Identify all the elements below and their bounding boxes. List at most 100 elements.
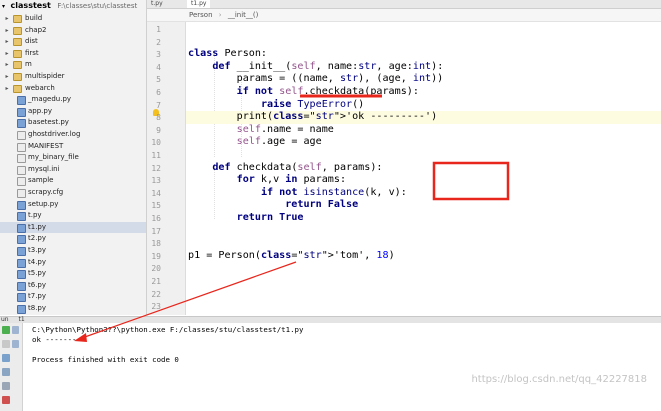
chevron-right-icon[interactable]: ▸ [4,25,10,37]
tree-item[interactable]: mysql.ini [0,164,146,176]
tree-item[interactable]: app.py [0,106,146,118]
tree-item[interactable]: ▸ webarch [0,83,146,95]
python-file-icon [17,235,26,245]
tree-item[interactable]: ▸ m [0,59,146,71]
tree-item[interactable]: t.py [0,210,146,222]
print-icon[interactable] [2,382,10,390]
tree-item[interactable]: sample [0,175,146,187]
tree-item[interactable]: my_binary_file [0,152,146,164]
tree-item-label: t6.py [28,280,47,289]
tree-item-label: t2.py [28,234,47,243]
tree-item[interactable]: MANIFEST [0,141,146,153]
chevron-right-icon[interactable]: ▸ [4,71,10,83]
tree-item[interactable]: t2.py [0,233,146,245]
code-line: def checkdata(self, params): [212,161,383,173]
tree-item-label: dist [25,37,38,46]
breadcrumb-method[interactable]: __init__() [228,11,259,19]
tree-item-label: mysql.ini [28,164,60,173]
tree-item[interactable]: t3.py [0,245,146,257]
tree-item[interactable]: ▸ first [0,48,146,60]
run-tab[interactable]: t1 [19,316,25,323]
folder-open-icon: ▾ [2,3,6,10]
chevron-right-icon[interactable]: ▸ [4,13,10,25]
code-line: params = ((name, str), (age, int)) [188,73,444,85]
tree-item-label: chap2 [25,25,47,34]
pin-icon[interactable] [2,354,10,362]
folder-icon [13,61,22,70]
python-file-icon [17,270,26,280]
line-number: 23 [151,302,161,312]
tree-item[interactable]: ▸ chap2 [0,25,146,37]
layout-icon[interactable] [2,368,10,376]
line-number: 20 [151,264,161,274]
chevron-right-icon[interactable]: ▸ [4,83,10,95]
tree-item[interactable]: setup.py [0,199,146,211]
chevron-right-icon[interactable]: ▸ [4,36,10,48]
tree-item[interactable]: t1.py [0,221,146,234]
file-icon [17,177,26,187]
tree-item-label: t7.py [28,292,47,301]
tab-t-py[interactable]: t.py [147,0,167,8]
breadcrumb: Person › __init__() [147,9,661,22]
line-number: 11 [151,151,161,160]
tree-item-label: MANIFEST [28,141,64,150]
python-file-icon [17,258,26,268]
python-file-icon [17,281,26,291]
tree-item-label: first [25,48,39,57]
tree-item[interactable]: ▸ build [0,13,146,25]
scroll-down-icon[interactable] [12,340,19,348]
tab-t1-py[interactable]: t1.py [187,0,211,8]
code-line: self.age = age [236,136,322,148]
tree-item[interactable]: ghostdriver.log [0,129,146,141]
line-number: 10 [151,138,161,148]
tree-item-label: ghostdriver.log [28,130,81,138]
breadcrumb-class[interactable]: Person [189,11,213,19]
code-editor[interactable]: class Person: def __init__(self, name:st… [186,22,661,315]
run-panel-header: un t1 [0,316,661,323]
breadcrumb-separator: › [218,11,222,19]
run-header-label: un [1,316,9,323]
tree-item[interactable]: t4.py [0,257,146,269]
console-exit-message: Process finished with exit code 0 [32,355,179,364]
rerun-icon[interactable] [2,326,10,334]
line-number: 14 [151,188,161,198]
line-number: 16 [151,214,161,223]
python-file-icon [17,107,26,117]
line-number: 8 [156,113,161,123]
tree-item-label: setup.py [28,199,59,208]
file-icon [17,131,26,140]
project-root[interactable]: ▾ classtest F:\classes\stu\classtest [2,1,137,10]
tree-item[interactable]: basetest.py [0,117,146,129]
tree-item-label: webarch [25,83,55,92]
tree-item-label: m [25,60,32,69]
tree-item[interactable]: ▸ dist [0,36,146,48]
tree-item-label: build [25,14,43,22]
folder-icon [13,15,22,23]
tree-item[interactable]: ▸ multispider [0,71,146,83]
tree-item[interactable]: t5.py [0,268,146,280]
run-toolbar [0,323,23,411]
tree-item[interactable]: scrapy.cfg [0,187,146,199]
line-number: 12 [151,163,161,173]
watermark: https://blog.csdn.net/qq_42227818 [471,374,647,385]
tree-item-label: my_binary_file [28,153,79,162]
tree-item-label: app.py [28,106,52,115]
run-console[interactable]: C:\Python\Python3??\python.exe F:/classe… [23,323,661,411]
chevron-right-icon[interactable]: ▸ [4,48,10,60]
tree-item[interactable]: t6.py [0,280,146,292]
tree-item-label: scrapy.cfg [28,188,64,196]
line-number: 3 [156,50,161,60]
stop-icon[interactable] [2,340,10,348]
tree-item[interactable]: t7.py [0,291,146,303]
line-number: 18 [151,239,161,249]
line-number: 2 [156,37,161,47]
delete-icon[interactable] [2,396,10,404]
tab-label: t.py [151,0,163,7]
tree-item[interactable]: t8.py [0,303,146,315]
tree-item[interactable]: _magedu.py [0,94,146,106]
tree-item-label: basetest.py [28,118,69,127]
chevron-right-icon[interactable]: ▸ [4,59,10,71]
line-number: 6 [156,88,161,97]
scroll-up-icon[interactable] [12,326,19,334]
tree-item-label: sample [28,176,54,185]
